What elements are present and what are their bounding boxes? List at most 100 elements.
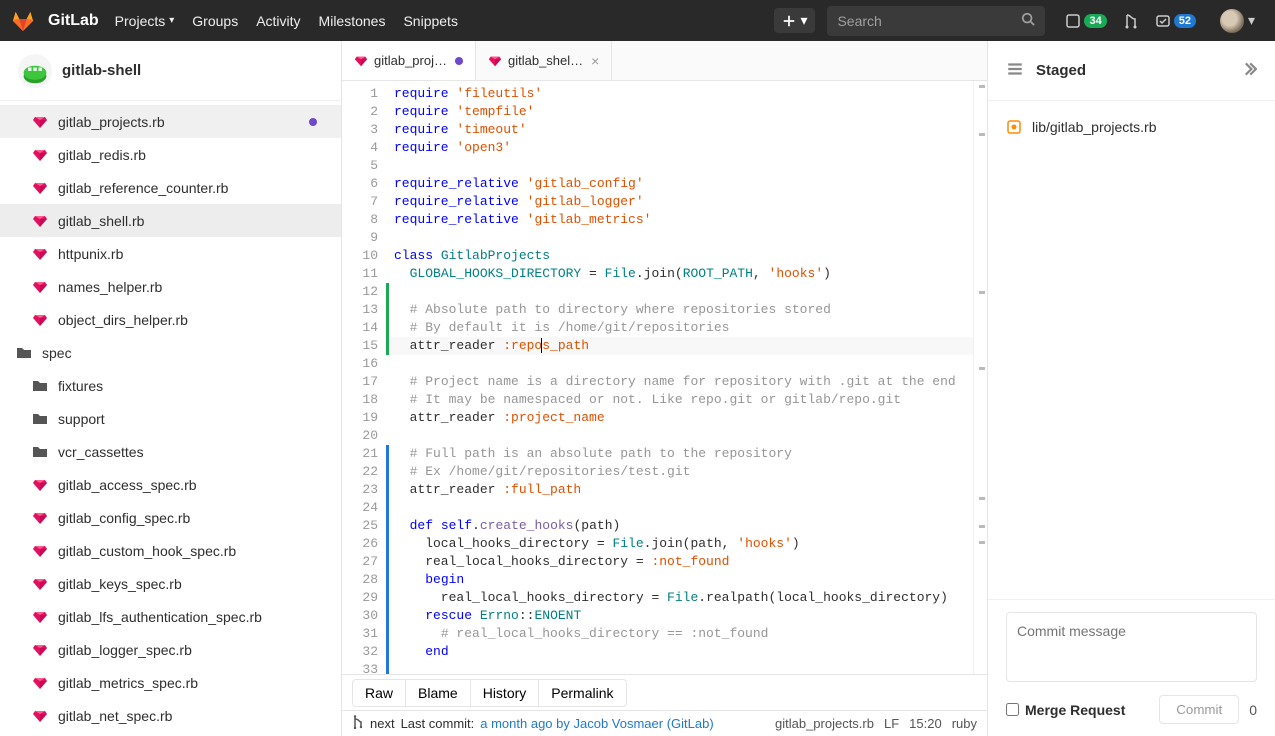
- tree-file-gitlab_logger_spec-rb[interactable]: gitlab_logger_spec.rb: [0, 633, 341, 666]
- change-marker-icon: [386, 463, 389, 481]
- status-lang: ruby: [952, 716, 977, 731]
- code-line[interactable]: def self.create_hooks(path): [386, 517, 973, 535]
- search-box[interactable]: [827, 6, 1045, 36]
- brand-name[interactable]: GitLab: [48, 12, 99, 30]
- staged-panel: Staged lib/gitlab_projects.rb Merge Requ…: [987, 41, 1275, 736]
- tree-file-gitlab_net_spec-rb[interactable]: gitlab_net_spec.rb: [0, 699, 341, 732]
- staged-file-label: lib/gitlab_projects.rb: [1032, 119, 1157, 135]
- code-line[interactable]: [386, 427, 973, 445]
- code-line[interactable]: real_local_hooks_directory = File.realpa…: [386, 589, 973, 607]
- top-navbar: GitLab Projects▾ Groups Activity Milesto…: [0, 0, 1275, 41]
- code-line[interactable]: attr_reader :repos_path: [386, 337, 973, 355]
- code-line[interactable]: # Absolute path to directory where repos…: [386, 301, 973, 319]
- code-line[interactable]: # real_local_hooks_directory == :not_fou…: [386, 625, 973, 643]
- code-line[interactable]: attr_reader :full_path: [386, 481, 973, 499]
- merge-requests-link[interactable]: [1123, 13, 1139, 29]
- code-line[interactable]: # Project name is a directory name for r…: [386, 373, 973, 391]
- code-line[interactable]: [386, 661, 973, 674]
- tree-file-gitlab_config_spec-rb[interactable]: gitlab_config_spec.rb: [0, 501, 341, 534]
- tree-folder-spec[interactable]: spec: [0, 336, 341, 369]
- tree-file-gitlab_custom_hook_spec-rb[interactable]: gitlab_custom_hook_spec.rb: [0, 534, 341, 567]
- tree-folder-vcr_cassettes[interactable]: vcr_cassettes: [0, 435, 341, 468]
- raw-button[interactable]: Raw: [352, 679, 406, 707]
- code-line[interactable]: require_relative 'gitlab_logger': [386, 193, 973, 211]
- nav-snippets[interactable]: Snippets: [403, 13, 457, 29]
- folder-icon: [32, 444, 48, 460]
- tree-item-label: gitlab_access_spec.rb: [58, 477, 197, 493]
- branch-hint[interactable]: next: [370, 716, 395, 731]
- nav-groups[interactable]: Groups: [192, 13, 238, 29]
- collapse-panel-button[interactable]: [1239, 60, 1257, 81]
- code-line[interactable]: [386, 229, 973, 247]
- code-line[interactable]: require 'tempfile': [386, 103, 973, 121]
- code-line[interactable]: [386, 283, 973, 301]
- tree-file-gitlab_access_spec-rb[interactable]: gitlab_access_spec.rb: [0, 468, 341, 501]
- nav-projects[interactable]: Projects▾: [115, 13, 175, 29]
- tree-item-label: vcr_cassettes: [58, 444, 144, 460]
- code-line[interactable]: [386, 157, 973, 175]
- commit-message-input[interactable]: [1006, 612, 1257, 682]
- code-line[interactable]: [386, 499, 973, 517]
- todos-link[interactable]: 52: [1155, 13, 1196, 29]
- code-line[interactable]: [386, 355, 973, 373]
- editor-tab[interactable]: gitlab_shel…×: [476, 41, 612, 80]
- blame-button[interactable]: Blame: [406, 679, 471, 707]
- code-line[interactable]: class GitlabProjects: [386, 247, 973, 265]
- file-tree[interactable]: gitlab_projects.rbgitlab_redis.rbgitlab_…: [0, 101, 341, 736]
- code-editor[interactable]: 1234567891011121314151617181920212223242…: [342, 81, 987, 674]
- project-header[interactable]: gitlab-shell: [0, 41, 341, 101]
- code-line[interactable]: # By default it is /home/git/repositorie…: [386, 319, 973, 337]
- code-line[interactable]: require_relative 'gitlab_config': [386, 175, 973, 193]
- code-line[interactable]: begin: [386, 571, 973, 589]
- gitlab-logo[interactable]: [12, 10, 34, 32]
- issues-link[interactable]: 34: [1065, 13, 1106, 29]
- close-tab-icon[interactable]: ×: [591, 53, 599, 69]
- tree-file-gitlab_metrics_spec-rb[interactable]: gitlab_metrics_spec.rb: [0, 666, 341, 699]
- tree-file-gitlab_shell-rb[interactable]: gitlab_shell.rb: [0, 204, 341, 237]
- modified-indicator-icon: [309, 118, 317, 126]
- last-commit-link[interactable]: a month ago by Jacob Vosmaer (GitLab): [480, 716, 713, 731]
- nav-activity[interactable]: Activity: [256, 13, 300, 29]
- code-line[interactable]: require 'timeout': [386, 121, 973, 139]
- code-line[interactable]: real_local_hooks_directory = :not_found: [386, 553, 973, 571]
- user-menu[interactable]: ▾: [1212, 9, 1255, 33]
- permalink-button[interactable]: Permalink: [539, 679, 626, 707]
- tree-file-gitlab_keys_spec-rb[interactable]: gitlab_keys_spec.rb: [0, 567, 341, 600]
- minimap[interactable]: [973, 81, 987, 674]
- merge-request-checkbox-label[interactable]: Merge Request: [1006, 702, 1149, 718]
- code-line[interactable]: end: [386, 643, 973, 661]
- tree-file-gitlab_redis-rb[interactable]: gitlab_redis.rb: [0, 138, 341, 171]
- staged-count: 0: [1249, 702, 1257, 718]
- plus-icon: [782, 14, 796, 28]
- commit-button[interactable]: Commit: [1159, 695, 1239, 724]
- code-line[interactable]: local_hooks_directory = File.join(path, …: [386, 535, 973, 553]
- code-line[interactable]: rescue Errno::ENOENT: [386, 607, 973, 625]
- search-input[interactable]: [837, 13, 1021, 29]
- code-area[interactable]: require 'fileutils'require 'tempfile'req…: [386, 81, 973, 674]
- editor-tab[interactable]: gitlab_proj…: [342, 41, 476, 80]
- staged-file[interactable]: lib/gitlab_projects.rb: [988, 111, 1275, 143]
- code-line[interactable]: attr_reader :project_name: [386, 409, 973, 427]
- tree-file-httpunix-rb[interactable]: httpunix.rb: [0, 237, 341, 270]
- status-bar: next Last commit: a month ago by Jacob V…: [342, 710, 987, 736]
- history-button[interactable]: History: [471, 679, 540, 707]
- tree-folder-fixtures[interactable]: fixtures: [0, 369, 341, 402]
- tree-file-gitlab_projects-rb[interactable]: gitlab_projects.rb: [0, 105, 341, 138]
- code-line[interactable]: # It may be namespaced or not. Like repo…: [386, 391, 973, 409]
- tree-file-names_helper-rb[interactable]: names_helper.rb: [0, 270, 341, 303]
- tree-file-gitlab_lfs_authentication_spec-rb[interactable]: gitlab_lfs_authentication_spec.rb: [0, 600, 341, 633]
- issues-icon: [1065, 13, 1081, 29]
- code-line[interactable]: GLOBAL_HOOKS_DIRECTORY = File.join(ROOT_…: [386, 265, 973, 283]
- tree-item-label: fixtures: [58, 378, 103, 394]
- new-dropdown[interactable]: ▾: [774, 8, 815, 33]
- code-line[interactable]: # Full path is an absolute path to the r…: [386, 445, 973, 463]
- merge-request-checkbox[interactable]: [1006, 703, 1019, 716]
- tree-file-object_dirs_helper-rb[interactable]: object_dirs_helper.rb: [0, 303, 341, 336]
- nav-milestones[interactable]: Milestones: [319, 13, 386, 29]
- code-line[interactable]: require 'open3': [386, 139, 973, 157]
- tree-folder-support[interactable]: support: [0, 402, 341, 435]
- tree-file-gitlab_reference_counter-rb[interactable]: gitlab_reference_counter.rb: [0, 171, 341, 204]
- code-line[interactable]: # Ex /home/git/repositories/test.git: [386, 463, 973, 481]
- code-line[interactable]: require 'fileutils': [386, 85, 973, 103]
- code-line[interactable]: require_relative 'gitlab_metrics': [386, 211, 973, 229]
